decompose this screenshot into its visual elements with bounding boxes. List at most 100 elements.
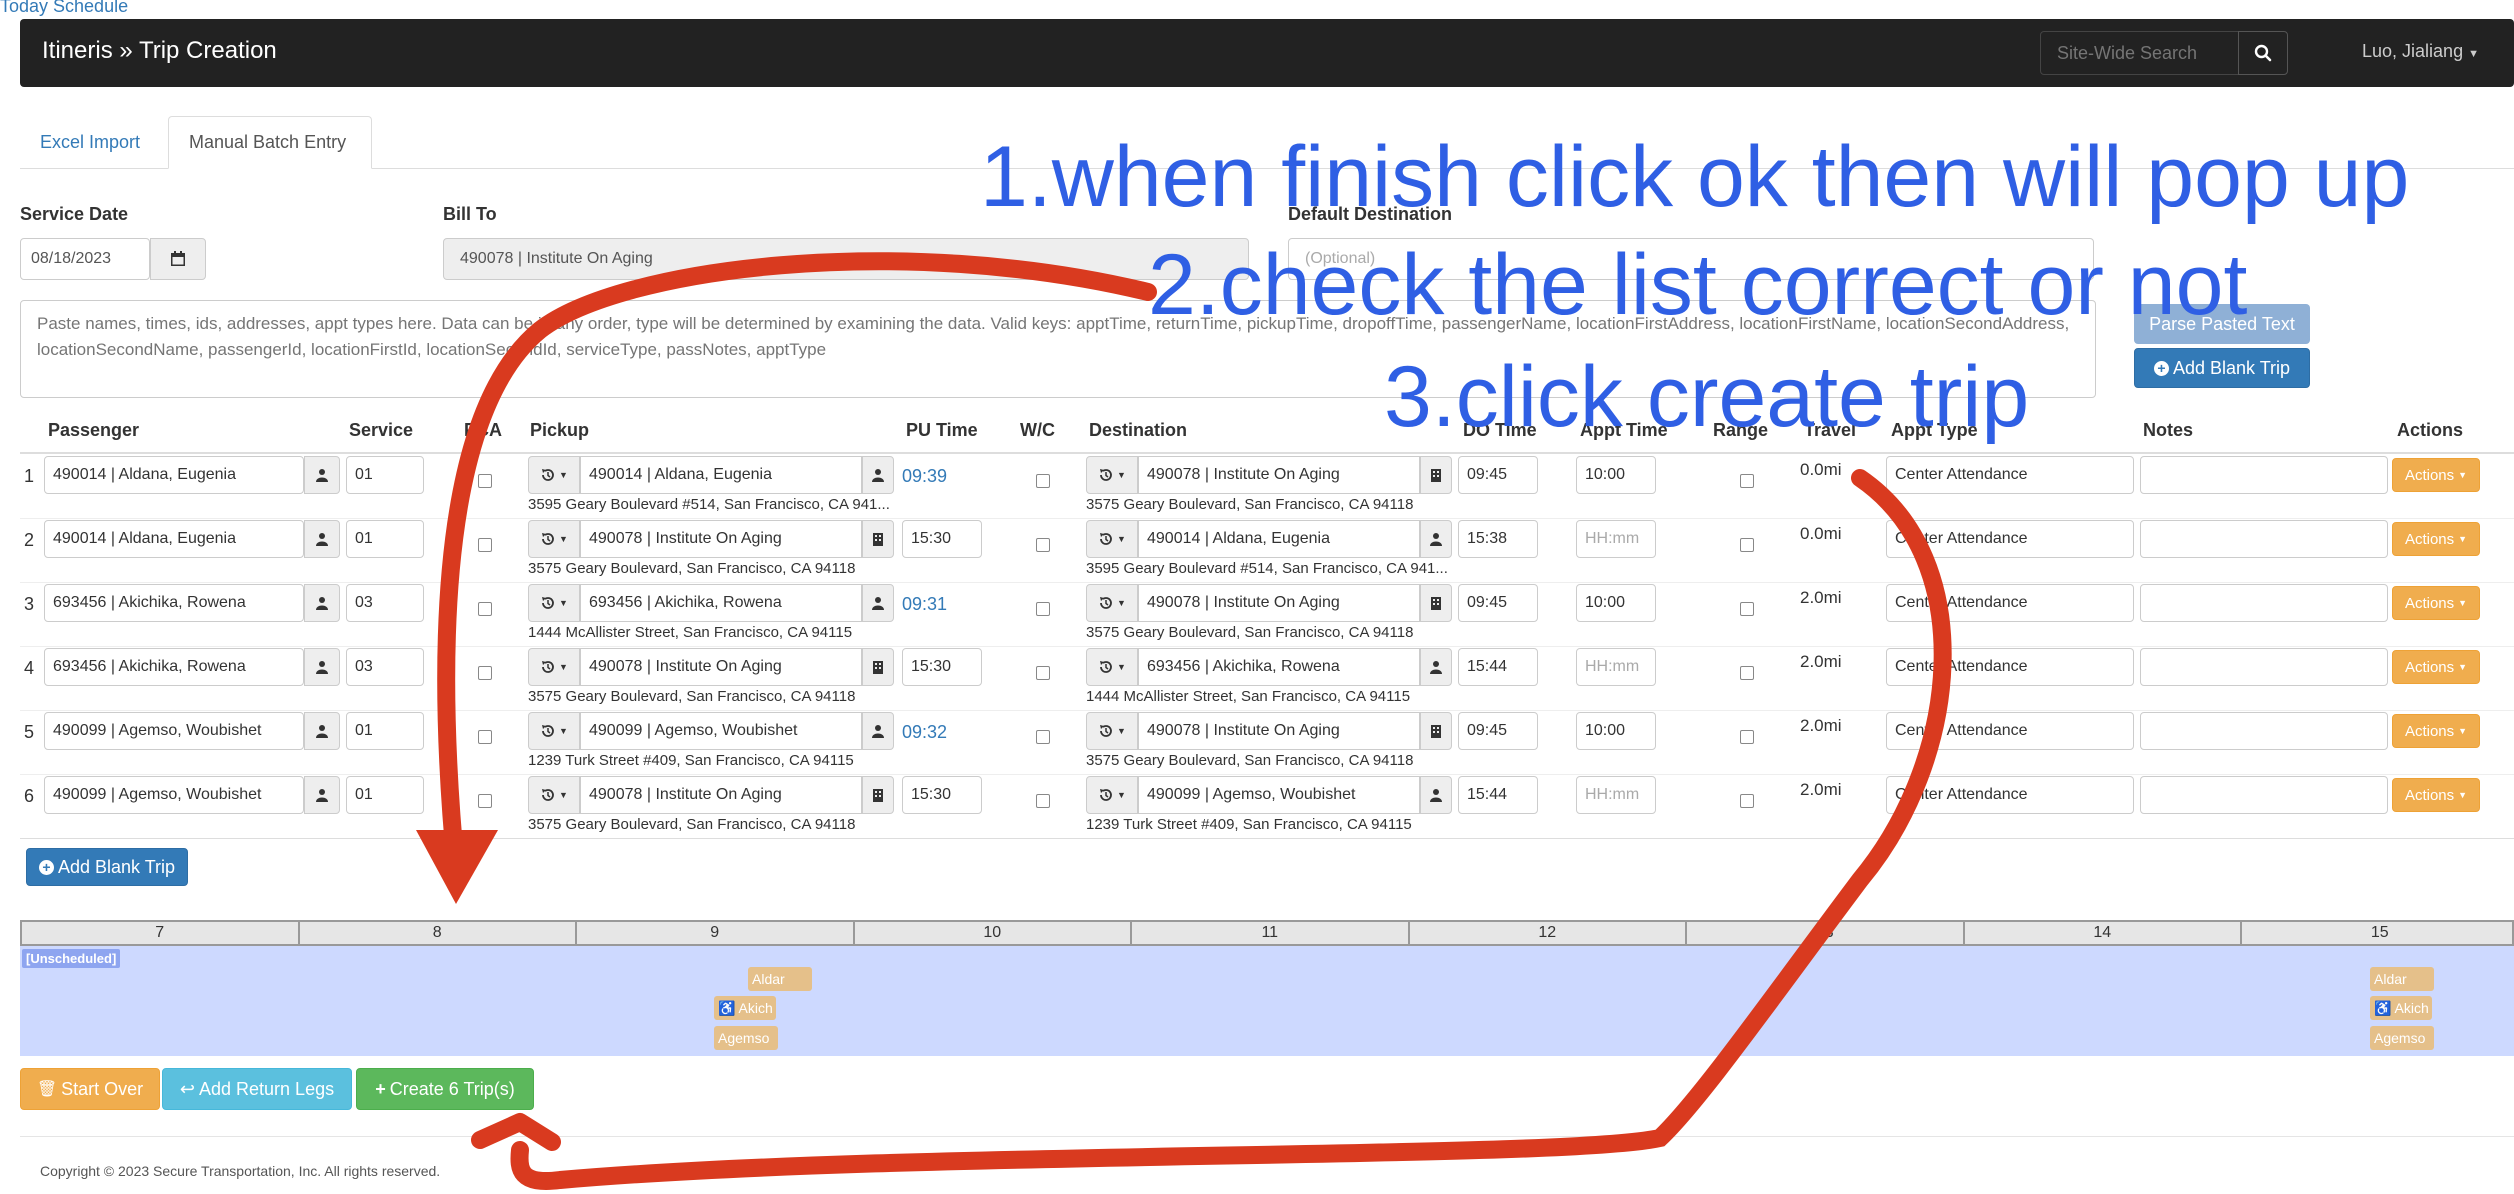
passenger-input[interactable]: 490014 | Aldana, Eugenia [44,456,304,494]
appt-time-input[interactable]: HH:mm [1576,648,1656,686]
add-return-legs-button[interactable]: ↩ Add Return Legs [162,1068,352,1110]
wc-checkbox[interactable] [1036,602,1050,616]
do-time-input[interactable]: 15:44 [1458,648,1538,686]
destination-building-button[interactable] [1420,584,1452,622]
timeline-trip-chip[interactable]: Aldar [748,967,812,991]
passenger-lookup-button[interactable] [304,648,340,686]
pu-time-link[interactable]: 09:39 [902,466,947,487]
pca-checkbox[interactable] [478,602,492,616]
appt-time-input[interactable]: HH:mm [1576,520,1656,558]
service-input[interactable]: 01 [346,776,424,814]
passenger-input[interactable]: 490014 | Aldana, Eugenia [44,520,304,558]
pca-checkbox[interactable] [478,474,492,488]
service-input[interactable]: 01 [346,520,424,558]
destination-input[interactable]: 490014 | Aldana, Eugenia [1138,520,1420,558]
destination-person-button[interactable] [1420,648,1452,686]
pickup-history-button[interactable]: ▼ [528,648,580,686]
passenger-input[interactable]: 693456 | Akichika, Rowena [44,648,304,686]
do-time-input[interactable]: 09:45 [1458,584,1538,622]
pickup-input[interactable]: 490078 | Institute On Aging [580,648,862,686]
pickup-building-button[interactable] [862,776,894,814]
pca-checkbox[interactable] [478,730,492,744]
search-button[interactable] [2238,31,2288,75]
tab-excel-import[interactable]: Excel Import [20,116,160,168]
passenger-input[interactable]: 693456 | Akichika, Rowena [44,584,304,622]
pickup-history-button[interactable]: ▼ [528,456,580,494]
range-checkbox[interactable] [1740,602,1754,616]
pickup-input[interactable]: 693456 | Akichika, Rowena [580,584,862,622]
pickup-person-button[interactable] [862,584,894,622]
pickup-history-button[interactable]: ▼ [528,712,580,750]
destination-person-button[interactable] [1420,776,1452,814]
wc-checkbox[interactable] [1036,794,1050,808]
notes-input[interactable] [2140,520,2388,558]
destination-building-button[interactable] [1420,456,1452,494]
appt-type-input[interactable]: Center Attendance [1886,712,2134,750]
do-time-input[interactable]: 09:45 [1458,456,1538,494]
site-search-input[interactable] [2041,32,2239,74]
appt-type-input[interactable]: Center Attendance [1886,776,2134,814]
service-input[interactable]: 03 [346,648,424,686]
destination-input[interactable]: 490099 | Agemso, Woubishet [1138,776,1420,814]
destination-person-button[interactable] [1420,520,1452,558]
passenger-lookup-button[interactable] [304,712,340,750]
actions-dropdown[interactable]: Actions ▼ [2392,586,2480,620]
notes-input[interactable] [2140,776,2388,814]
service-input[interactable]: 03 [346,584,424,622]
calendar-button[interactable] [150,238,206,280]
range-checkbox[interactable] [1740,794,1754,808]
user-menu[interactable]: Luo, Jialiang ▼ [2362,41,2479,62]
add-blank-trip-top-button[interactable]: + Add Blank Trip [2134,348,2310,388]
pickup-building-button[interactable] [862,648,894,686]
add-blank-trip-bottom-button[interactable]: + Add Blank Trip [26,848,188,886]
appt-time-input[interactable]: 10:00 [1576,584,1656,622]
pickup-building-button[interactable] [862,520,894,558]
timeline-trip-chip[interactable]: Aldar [2370,967,2434,991]
destination-input[interactable]: 490078 | Institute On Aging [1138,712,1420,750]
range-checkbox[interactable] [1740,666,1754,680]
timeline-trip-chip[interactable]: Agemso [714,1026,778,1050]
destination-history-button[interactable]: ▼ [1086,520,1138,558]
destination-input[interactable]: 490078 | Institute On Aging [1138,456,1420,494]
pickup-input[interactable]: 490099 | Agemso, Woubishet [580,712,862,750]
service-input[interactable]: 01 [346,712,424,750]
pickup-history-button[interactable]: ▼ [528,520,580,558]
pu-time-link[interactable]: 09:31 [902,594,947,615]
actions-dropdown[interactable]: Actions ▼ [2392,522,2480,556]
destination-history-button[interactable]: ▼ [1086,456,1138,494]
pu-time-input[interactable]: 15:30 [902,776,982,814]
passenger-input[interactable]: 490099 | Agemso, Woubishet [44,712,304,750]
destination-history-button[interactable]: ▼ [1086,584,1138,622]
actions-dropdown[interactable]: Actions ▼ [2392,458,2480,492]
pu-time-link[interactable]: 09:32 [902,722,947,743]
pca-checkbox[interactable] [478,538,492,552]
destination-input[interactable]: 490078 | Institute On Aging [1138,584,1420,622]
wc-checkbox[interactable] [1036,538,1050,552]
pu-time-input[interactable]: 15:30 [902,520,982,558]
create-trips-button[interactable]: + Create 6 Trip(s) [356,1068,534,1110]
pickup-history-button[interactable]: ▼ [528,776,580,814]
destination-input[interactable]: 693456 | Akichika, Rowena [1138,648,1420,686]
pickup-input[interactable]: 490078 | Institute On Aging [580,776,862,814]
pickup-person-button[interactable] [862,712,894,750]
destination-history-button[interactable]: ▼ [1086,776,1138,814]
pickup-history-button[interactable]: ▼ [528,584,580,622]
wc-checkbox[interactable] [1036,730,1050,744]
actions-dropdown[interactable]: Actions ▼ [2392,650,2480,684]
do-time-input[interactable]: 15:44 [1458,776,1538,814]
timeline-trip-chip[interactable]: ♿ Akich [714,996,776,1020]
pca-checkbox[interactable] [478,794,492,808]
start-over-button[interactable]: 🗑 Start Over [20,1068,160,1110]
passenger-lookup-button[interactable] [304,520,340,558]
range-checkbox[interactable] [1740,474,1754,488]
timeline-trip-chip[interactable]: ♿ Akich [2370,996,2432,1020]
appt-type-input[interactable]: Center Attendance [1886,584,2134,622]
range-checkbox[interactable] [1740,538,1754,552]
range-checkbox[interactable] [1740,730,1754,744]
destination-building-button[interactable] [1420,712,1452,750]
appt-time-input[interactable]: HH:mm [1576,776,1656,814]
pickup-person-button[interactable] [862,456,894,494]
today-schedule-link[interactable]: Today Schedule [0,0,128,17]
passenger-lookup-button[interactable] [304,456,340,494]
passenger-lookup-button[interactable] [304,776,340,814]
